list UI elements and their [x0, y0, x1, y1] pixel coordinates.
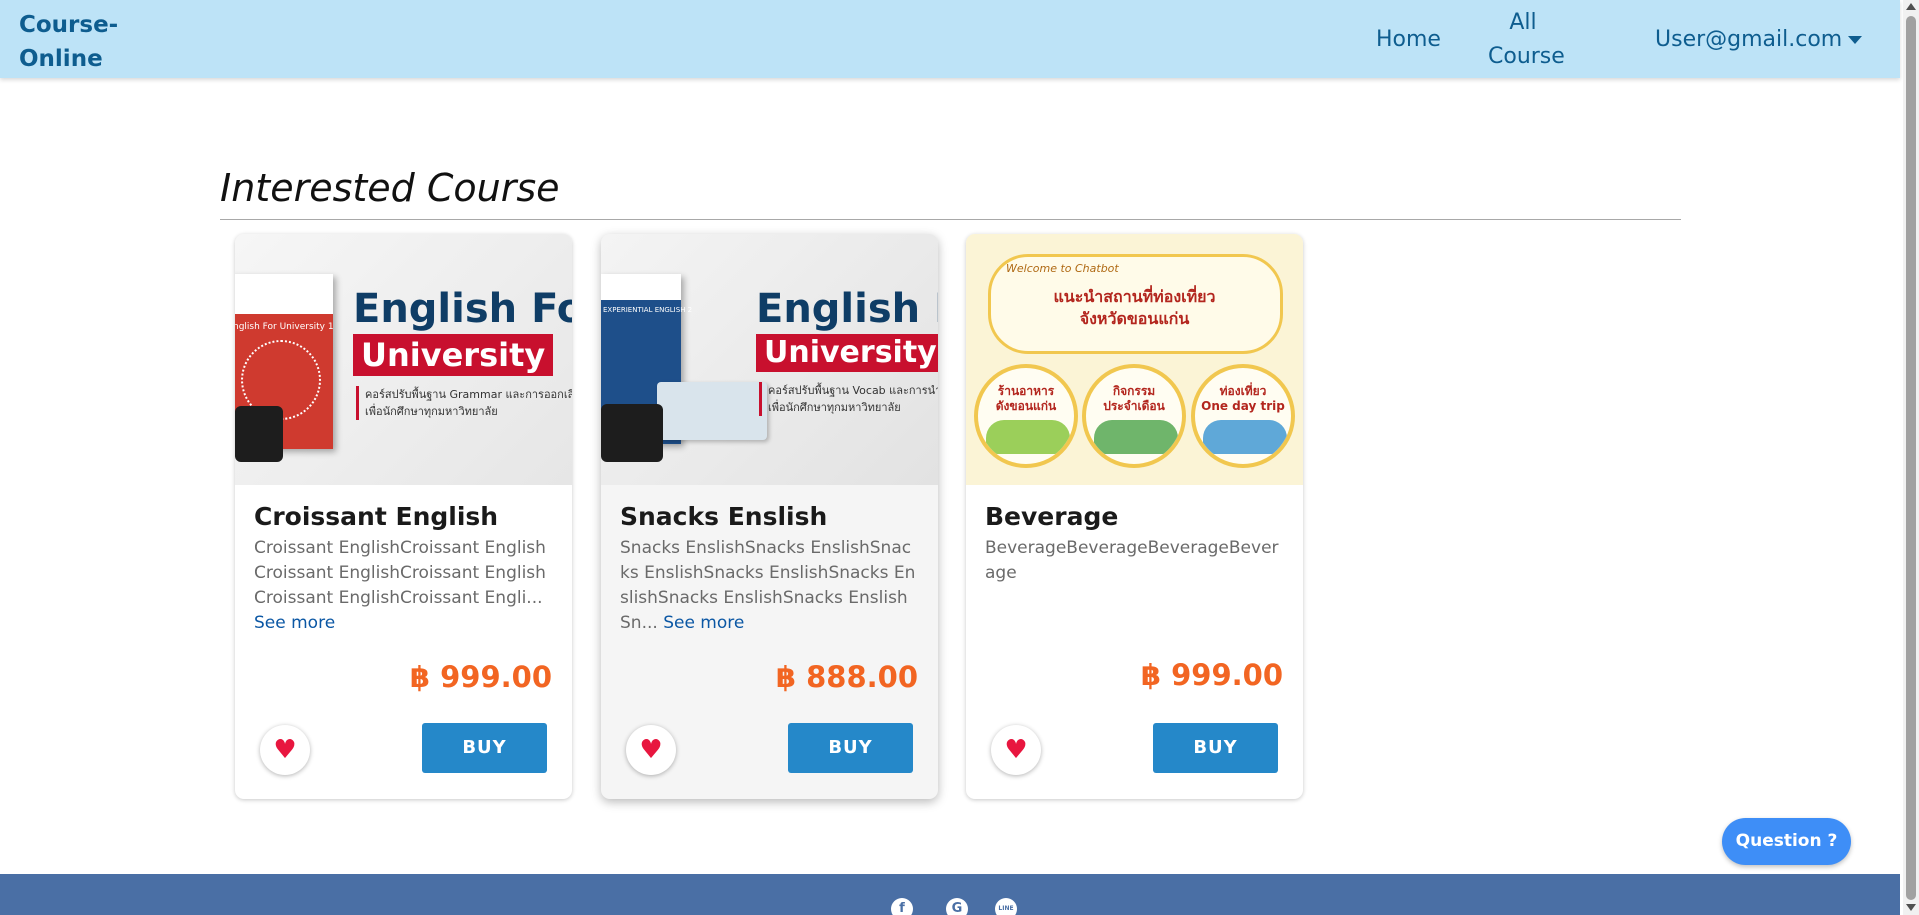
- banner-subheadline: University: [353, 334, 554, 376]
- card-illustration: [657, 382, 767, 440]
- navbar: Course-Online Home All Course User@gmail…: [0, 0, 1900, 78]
- google-icon[interactable]: G: [946, 898, 968, 915]
- chevron-down-icon[interactable]: [1848, 36, 1862, 44]
- course-title: Snacks Enslish: [620, 502, 828, 531]
- ribbon-title: แนะนำสถานที่ท่องเที่ยว จังหวัดขอนแก่น: [1053, 287, 1216, 328]
- welcome-text: Welcome to Chatbot: [1006, 262, 1119, 275]
- heart-icon: ♥: [1004, 735, 1028, 765]
- course-price: ฿ 999.00: [409, 660, 552, 694]
- section-divider: [220, 219, 1681, 220]
- banner-caption: คอร์สปรับพื้นฐาน Grammar และการออกเสียงภ…: [356, 386, 572, 420]
- see-more-link[interactable]: See more: [254, 613, 335, 633]
- course-image: Welcome to Chatbot แนะนำสถานที่ท่องเที่ย…: [966, 234, 1303, 485]
- heart-icon: ♥: [273, 735, 297, 765]
- banner-headline: English For: [353, 286, 572, 332]
- scrollbar-thumb[interactable]: [1906, 16, 1916, 900]
- heart-icon: ♥: [639, 735, 663, 765]
- like-button[interactable]: ♥: [626, 725, 676, 775]
- like-button[interactable]: ♥: [260, 725, 310, 775]
- section-title: Interested Course: [220, 166, 560, 210]
- brand-logo[interactable]: Course-Online: [19, 8, 139, 76]
- book-label: nglish For University 1: [235, 322, 334, 332]
- page-scrollbar[interactable]: [1903, 0, 1919, 915]
- course-price: ฿ 999.00: [1140, 658, 1283, 692]
- category-circle-food: ร้านอาหาร ดังขอนแก่น: [974, 364, 1078, 468]
- book-label: EXPERIENTIAL ENGLISH 2: [603, 306, 693, 314]
- banner-headline: English For: [756, 286, 938, 332]
- question-button[interactable]: Question ?: [1722, 818, 1851, 865]
- scroll-down-icon[interactable]: [1906, 904, 1916, 911]
- tablet-illustration: [235, 406, 283, 462]
- course-card-snacks-enslish[interactable]: EXPERIENTIAL ENGLISH 2 English For Unive…: [601, 234, 938, 799]
- course-image: nglish For University 1 English For Univ…: [235, 234, 572, 485]
- nav-home-link[interactable]: Home: [1376, 24, 1441, 56]
- like-button[interactable]: ♥: [991, 725, 1041, 775]
- see-more-link[interactable]: See more: [663, 613, 744, 633]
- course-description: Croissant EnglishCroissant EnglishCroiss…: [254, 538, 546, 633]
- banner-caption: คอร์สปรับพื้นฐาน Vocab และการนำเสนองา เพ…: [759, 382, 938, 416]
- scroll-up-icon[interactable]: [1906, 3, 1916, 10]
- course-title: Croissant English: [254, 502, 499, 531]
- nav-all-course-link[interactable]: All Course: [1488, 6, 1565, 74]
- course-description: BeverageBeverageBeverageBeverage: [985, 538, 1279, 583]
- phone-illustration: [601, 404, 663, 462]
- buy-button[interactable]: BUY: [788, 723, 913, 773]
- course-image: EXPERIENTIAL ENGLISH 2 English For Unive…: [601, 234, 938, 485]
- buy-button[interactable]: BUY: [1153, 723, 1278, 773]
- category-circle-activities: กิจกรรม ประจำเดือน: [1082, 364, 1186, 468]
- banner-subheadline: University 2: [756, 334, 938, 372]
- category-circle-trip: ท่องเที่ยว One day trip: [1191, 364, 1295, 468]
- facebook-icon[interactable]: f: [891, 898, 913, 915]
- buy-button[interactable]: BUY: [422, 723, 547, 773]
- course-card-beverage[interactable]: Welcome to Chatbot แนะนำสถานที่ท่องเที่ย…: [966, 234, 1303, 799]
- course-card-croissant-english[interactable]: nglish For University 1 English For Univ…: [235, 234, 572, 799]
- course-description: Snacks EnslishSnacks EnslishSnacks Ensli…: [620, 538, 916, 633]
- footer: f G LINE: [0, 874, 1900, 915]
- course-title: Beverage: [985, 502, 1119, 531]
- line-icon[interactable]: LINE: [995, 898, 1017, 915]
- course-price: ฿ 888.00: [775, 660, 918, 694]
- user-menu[interactable]: User@gmail.com: [1655, 24, 1842, 56]
